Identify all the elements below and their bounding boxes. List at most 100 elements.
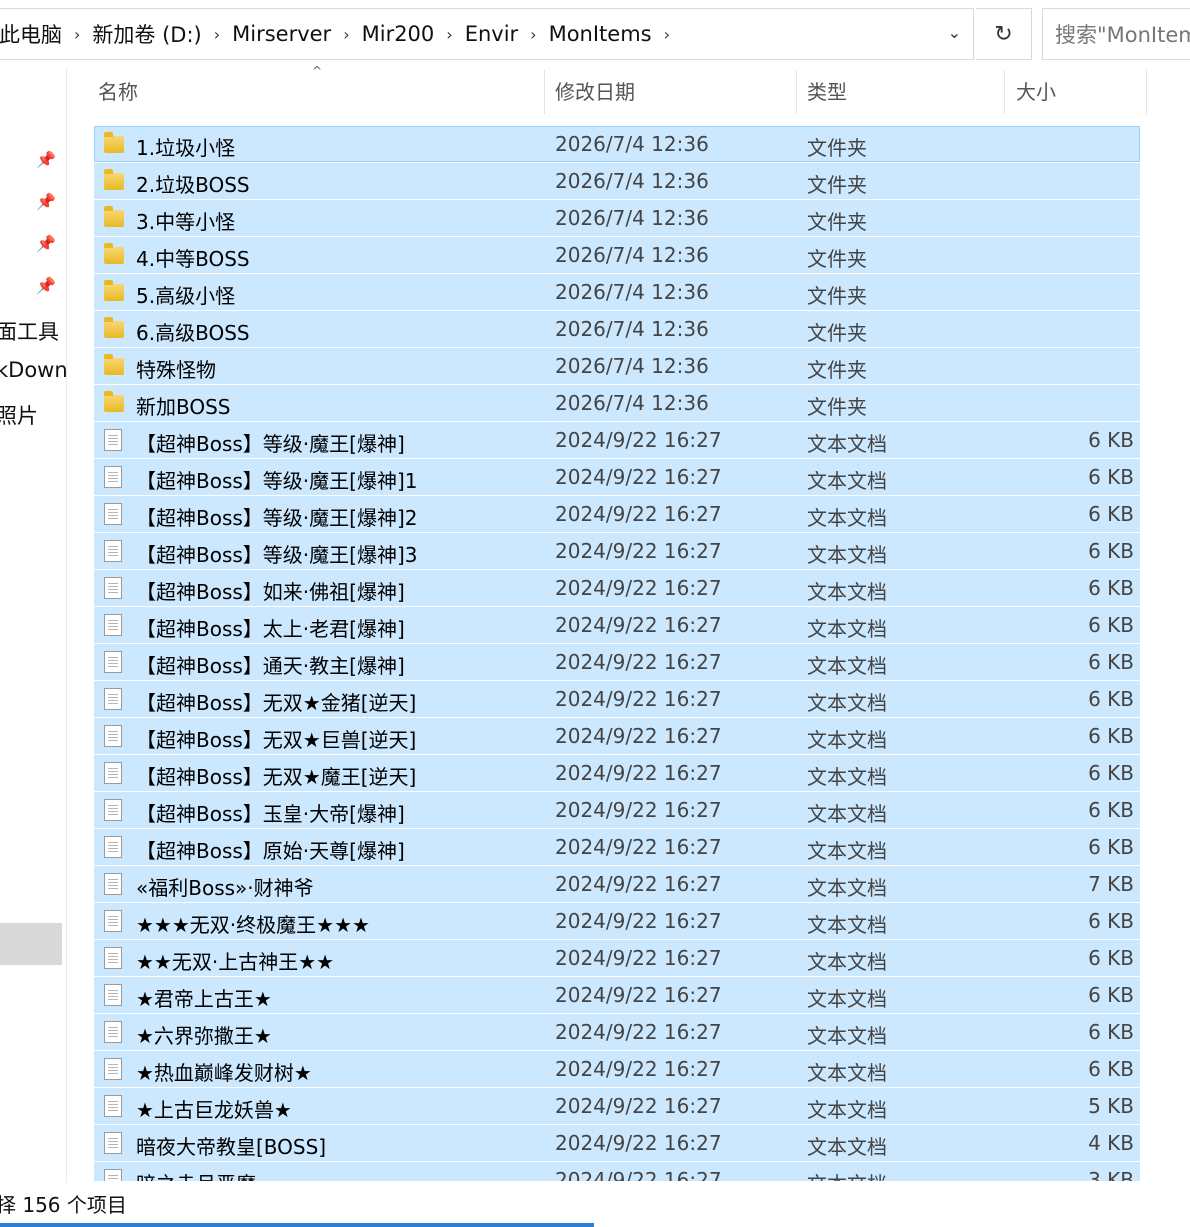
chevron-right-icon[interactable]: › [343, 25, 349, 44]
file-row[interactable]: ★上古巨龙妖兽★ 2024/9/22 16:27 文本文档 5 KB [94, 1088, 1140, 1124]
file-date: 2024/9/22 16:27 [555, 1057, 722, 1081]
folder-row[interactable]: 5.高级小怪 2026/7/4 12:36 文件夹 [94, 274, 1140, 310]
file-type: 文本文档 [807, 839, 887, 863]
text-document-icon [104, 1169, 122, 1181]
chevron-down-icon[interactable]: ⌄ [948, 23, 961, 42]
folder-row[interactable]: 2.垃圾BOSS 2026/7/4 12:36 文件夹 [94, 163, 1140, 199]
file-row[interactable]: 【超神Boss】如来·佛祖[爆神] 2024/9/22 16:27 文本文档 6 KB [94, 570, 1140, 606]
text-document-icon [104, 725, 122, 747]
column-header-name[interactable]: 名称 [94, 70, 544, 114]
column-divider[interactable] [544, 70, 545, 114]
breadcrumb-mir200[interactable]: Mir200 [362, 22, 435, 46]
file-date: 2024/9/22 16:27 [555, 983, 722, 1007]
file-size: 6 KB [1088, 724, 1134, 748]
file-row[interactable]: 【超神Boss】无双★巨兽[逆天] 2024/9/22 16:27 文本文档 6 KB [94, 718, 1140, 754]
pin-icon[interactable]: 📌 [36, 150, 56, 169]
file-size: 6 KB [1088, 576, 1134, 600]
breadcrumb-envir[interactable]: Envir [465, 22, 518, 46]
file-row[interactable]: 【超神Boss】无双★魔王[逆天] 2024/9/22 16:27 文本文档 6 KB [94, 755, 1140, 791]
pin-icon[interactable]: 📌 [36, 192, 56, 211]
file-type: 文本文档 [807, 950, 887, 974]
column-header-type[interactable]: 类型 [803, 70, 1003, 114]
file-name: 3.中等小怪 [136, 210, 236, 234]
chevron-right-icon[interactable]: › [446, 25, 452, 44]
folder-row[interactable]: 新加BOSS 2026/7/4 12:36 文件夹 [94, 385, 1140, 421]
column-divider[interactable] [1146, 70, 1147, 114]
file-row[interactable]: ★★无双·上古神王★★ 2024/9/22 16:27 文本文档 6 KB [94, 940, 1140, 976]
file-row[interactable]: ★★★无双·终极魔王★★★ 2024/9/22 16:27 文本文档 6 KB [94, 903, 1140, 939]
chevron-right-icon[interactable]: › [74, 25, 80, 44]
column-header-row: ^ 名称 修改日期 类型 大小 [94, 64, 1147, 114]
file-row[interactable]: 【超神Boss】玉皇·大帝[爆神] 2024/9/22 16:27 文本文档 6 KB [94, 792, 1140, 828]
file-row[interactable]: 【超神Boss】原始·天尊[爆神] 2024/9/22 16:27 文本文档 6 KB [94, 829, 1140, 865]
refresh-button[interactable]: ↻ [976, 8, 1032, 60]
column-header-date[interactable]: 修改日期 [551, 70, 796, 114]
folder-row[interactable]: 3.中等小怪 2026/7/4 12:36 文件夹 [94, 200, 1140, 236]
file-type: 文件夹 [807, 173, 867, 197]
file-type: 文件夹 [807, 284, 867, 308]
text-document-icon [104, 688, 122, 710]
breadcrumb-this-pc[interactable]: 此电脑 [0, 19, 62, 49]
file-row[interactable]: 暗之赤月恶魔 2024/9/22 16:27 文本文档 3 KB [94, 1162, 1140, 1181]
pin-icon[interactable]: 📌 [36, 234, 56, 253]
file-size: 4 KB [1088, 1131, 1134, 1155]
file-size: 6 KB [1088, 1057, 1134, 1081]
column-divider[interactable] [1004, 70, 1005, 114]
folder-row[interactable]: 1.垃圾小怪 2026/7/4 12:36 文件夹 [94, 126, 1140, 162]
pin-icon[interactable]: 📌 [36, 276, 56, 295]
file-date: 2024/9/22 16:27 [555, 650, 722, 674]
file-row[interactable]: «福利Boss»·财神爷 2024/9/22 16:27 文本文档 7 KB [94, 866, 1140, 902]
file-date: 2024/9/22 16:27 [555, 872, 722, 896]
nav-item-desktop-tools[interactable]: 面工具 [0, 316, 59, 346]
file-row[interactable]: 【超神Boss】通天·教主[爆神] 2024/9/22 16:27 文本文档 6 KB [94, 644, 1140, 680]
file-row[interactable]: 【超神Boss】等级·魔王[爆神]2 2024/9/22 16:27 文本文档 6 K… [94, 496, 1140, 532]
file-name: 【超神Boss】玉皇·大帝[爆神] [136, 802, 405, 826]
breadcrumb-drive-d[interactable]: 新加卷 (D:) [92, 19, 201, 49]
file-type: 文件夹 [807, 321, 867, 345]
file-row[interactable]: 【超神Boss】等级·魔王[爆神]1 2024/9/22 16:27 文本文档 6 K… [94, 459, 1140, 495]
folder-icon [104, 391, 124, 412]
nav-item-pictures[interactable]: 照片 [0, 400, 38, 430]
file-name: 【超神Boss】等级·魔王[爆神]1 [136, 469, 418, 493]
breadcrumb-mirserver[interactable]: Mirserver [232, 22, 331, 46]
file-row[interactable]: 【超神Boss】太上·老君[爆神] 2024/9/22 16:27 文本文档 6 KB [94, 607, 1140, 643]
folder-row[interactable]: 特殊怪物 2026/7/4 12:36 文件夹 [94, 348, 1140, 384]
chevron-right-icon[interactable]: › [530, 25, 536, 44]
file-row[interactable]: 【超神Boss】等级·魔王[爆神] 2024/9/22 16:27 文本文档 6 KB [94, 422, 1140, 458]
file-size: 6 KB [1088, 613, 1134, 637]
search-input[interactable]: 搜索"MonItems" [1042, 8, 1190, 60]
file-type: 文本文档 [807, 802, 887, 826]
address-bar[interactable]: 此电脑 › 新加卷 (D:) › Mirserver › Mir200 › En… [0, 8, 974, 60]
chevron-right-icon[interactable]: › [664, 25, 670, 44]
folder-row[interactable]: 4.中等BOSS 2026/7/4 12:36 文件夹 [94, 237, 1140, 273]
file-row[interactable]: ★六界弥撒王★ 2024/9/22 16:27 文本文档 6 KB [94, 1014, 1140, 1050]
refresh-icon: ↻ [994, 21, 1013, 47]
column-header-size[interactable]: 大小 [1012, 70, 1147, 114]
file-date: 2026/7/4 12:36 [555, 280, 709, 304]
text-document-icon [104, 836, 122, 858]
folder-row[interactable]: 6.高级BOSS 2026/7/4 12:36 文件夹 [94, 311, 1140, 347]
file-date: 2026/7/4 12:36 [555, 354, 709, 378]
breadcrumb-monitems[interactable]: MonItems [549, 22, 652, 46]
file-row[interactable]: 【超神Boss】等级·魔王[爆神]3 2024/9/22 16:27 文本文档 6 K… [94, 533, 1140, 569]
nav-item-selected[interactable] [0, 923, 62, 965]
file-date: 2026/7/4 12:36 [555, 169, 709, 193]
file-date: 2026/7/4 12:36 [555, 243, 709, 267]
chevron-right-icon[interactable]: › [214, 25, 220, 44]
folder-icon [104, 206, 124, 227]
nav-item-downloads[interactable]: kDown [0, 358, 66, 382]
file-row[interactable]: ★君帝上古王★ 2024/9/22 16:27 文本文档 6 KB [94, 977, 1140, 1013]
file-row[interactable]: 【超神Boss】无双★金猪[逆天] 2024/9/22 16:27 文本文档 6 KB [94, 681, 1140, 717]
file-name: 特殊怪物 [136, 358, 216, 382]
file-size: 6 KB [1088, 1020, 1134, 1044]
file-row[interactable]: ★热血巅峰发财树★ 2024/9/22 16:27 文本文档 6 KB [94, 1051, 1140, 1087]
file-date: 2024/9/22 16:27 [555, 1131, 722, 1155]
file-type: 文本文档 [807, 691, 887, 715]
column-divider[interactable] [796, 70, 797, 114]
status-accent-bar [0, 1223, 594, 1227]
file-name: 【超神Boss】等级·魔王[爆神]2 [136, 506, 418, 530]
text-document-icon [104, 910, 122, 932]
selection-count: 择 156 个项目 [0, 1193, 127, 1217]
file-date: 2024/9/22 16:27 [555, 576, 722, 600]
file-row[interactable]: 暗夜大帝教皇[BOSS] 2024/9/22 16:27 文本文档 4 KB [94, 1125, 1140, 1161]
